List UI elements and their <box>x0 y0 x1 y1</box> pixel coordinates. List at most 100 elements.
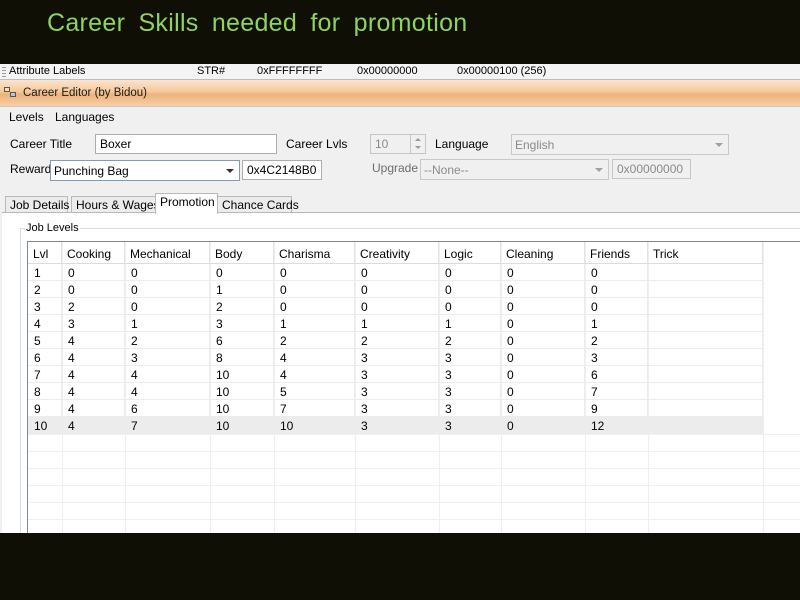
grid-cell-cooking[interactable]: 0 <box>62 264 125 281</box>
grid-cell-cleaning[interactable]: 0 <box>501 332 585 349</box>
grid-cell-cooking[interactable]: 4 <box>62 383 125 400</box>
table-row[interactable]: 431311101 <box>28 315 763 332</box>
grid-cell-cleaning[interactable]: 0 <box>501 264 585 281</box>
grid-cell-creativity[interactable]: 0 <box>355 264 439 281</box>
table-row[interactable]: 7 4 4 10 4 3 3 0 6 <box>28 366 763 383</box>
column-header-trick[interactable]: Trick <box>648 242 763 264</box>
grid-cell-trick[interactable] <box>648 400 763 417</box>
grid-cell-mechanical[interactable]: 3 <box>125 349 210 366</box>
grid-cell-lvl[interactable]: 7 <box>28 366 62 383</box>
grid-cell-creativity[interactable]: 3 <box>355 383 439 400</box>
grid-cell-friends[interactable]: 6 <box>585 366 648 383</box>
upgrade-dropdown[interactable]: --None-- <box>420 159 609 180</box>
grid-cell-body[interactable]: 10 <box>210 366 274 383</box>
grid-cell-creativity[interactable]: 3 <box>355 417 439 434</box>
grid-cell-lvl[interactable]: 10 <box>28 417 62 434</box>
table-row[interactable]: 643843303 <box>28 349 763 366</box>
grid-cell-lvl[interactable]: 9 <box>28 400 62 417</box>
grid-cell-lvl[interactable]: 2 <box>28 281 62 298</box>
grid-cell-cleaning[interactable]: 0 <box>501 281 585 298</box>
grid-cell-charisma[interactable]: 1 <box>274 315 355 332</box>
grid-cell-trick[interactable] <box>648 332 763 349</box>
column-header-body[interactable]: Body <box>210 242 274 264</box>
grid-cell-creativity[interactable]: 1 <box>355 315 439 332</box>
grid-cell-lvl[interactable]: 8 <box>28 383 62 400</box>
grid-cell-trick[interactable] <box>648 281 763 298</box>
grid-cell-body[interactable]: 1 <box>210 281 274 298</box>
menu-levels[interactable]: Levels <box>9 110 44 124</box>
grid-cell-friends[interactable]: 0 <box>585 264 648 281</box>
grid-cell-friends[interactable]: 9 <box>585 400 648 417</box>
menu-languages[interactable]: Languages <box>55 110 114 124</box>
grid-cell-cooking[interactable]: 4 <box>62 400 125 417</box>
grid-cell-mechanical[interactable]: 2 <box>125 332 210 349</box>
grid-cell-friends[interactable]: 0 <box>585 298 648 315</box>
grid-cell-trick[interactable] <box>648 298 763 315</box>
grid-cell-logic[interactable]: 2 <box>439 332 501 349</box>
grid-cell-lvl[interactable]: 4 <box>28 315 62 332</box>
column-header-logic[interactable]: Logic <box>439 242 501 264</box>
grid-cell-body[interactable]: 10 <box>210 417 274 434</box>
grid-cell-charisma[interactable]: 4 <box>274 349 355 366</box>
grid-cell-trick[interactable] <box>648 366 763 383</box>
grid-cell-charisma[interactable]: 7 <box>274 400 355 417</box>
stepper-buttons[interactable] <box>410 135 425 153</box>
grid-cell-friends[interactable]: 7 <box>585 383 648 400</box>
grid-cell-lvl[interactable]: 6 <box>28 349 62 366</box>
grid-cell-trick[interactable] <box>648 417 763 434</box>
career-title-field[interactable]: Boxer <box>95 134 277 154</box>
grid-cell-mechanical[interactable]: 7 <box>125 417 210 434</box>
grid-cell-friends[interactable]: 12 <box>585 417 648 434</box>
grid-cell-charisma[interactable]: 4 <box>274 366 355 383</box>
grid-cell-mechanical[interactable]: 0 <box>125 298 210 315</box>
grid-cell-charisma[interactable]: 0 <box>274 264 355 281</box>
reward-hex-field[interactable]: 0x4C2148B0 <box>242 160 322 180</box>
grid-cell-logic[interactable]: 0 <box>439 281 501 298</box>
grid-cell-cleaning[interactable]: 0 <box>501 417 585 434</box>
grid-cell-lvl[interactable]: 5 <box>28 332 62 349</box>
table-row[interactable]: 100000000 <box>28 264 763 281</box>
grid-cell-cooking[interactable]: 3 <box>62 315 125 332</box>
grid-cell-charisma[interactable]: 0 <box>274 298 355 315</box>
window-titlebar[interactable]: Career Editor (by Bidou) <box>0 80 800 107</box>
grid-cell-cleaning[interactable]: 0 <box>501 349 585 366</box>
grid-cell-friends[interactable]: 1 <box>585 315 648 332</box>
grid-cell-cleaning[interactable]: 0 <box>501 366 585 383</box>
grid-cell-logic[interactable]: 0 <box>439 264 501 281</box>
grid-cell-creativity[interactable]: 0 <box>355 298 439 315</box>
grid-cell-mechanical[interactable]: 1 <box>125 315 210 332</box>
tab-promotion[interactable]: Promotion <box>155 193 218 214</box>
upgrade-hex-field[interactable]: 0x00000000 <box>612 159 691 179</box>
grid-cell-body[interactable]: 8 <box>210 349 274 366</box>
grid-cell-logic[interactable]: 3 <box>439 383 501 400</box>
column-header-charisma[interactable]: Charisma <box>274 242 355 264</box>
grid-cell-cooking[interactable]: 4 <box>62 349 125 366</box>
grid-cell-cooking[interactable]: 4 <box>62 366 125 383</box>
grid-cell-cooking[interactable]: 0 <box>62 281 125 298</box>
grid-cell-creativity[interactable]: 0 <box>355 281 439 298</box>
grid-cell-trick[interactable] <box>648 315 763 332</box>
grid-cell-body[interactable]: 2 <box>210 298 274 315</box>
language-dropdown[interactable]: English <box>511 134 729 155</box>
grid-cell-body[interactable]: 3 <box>210 315 274 332</box>
grid-cell-logic[interactable]: 3 <box>439 417 501 434</box>
grid-cell-logic[interactable]: 1 <box>439 315 501 332</box>
grid-cell-charisma[interactable]: 0 <box>274 281 355 298</box>
grid-cell-creativity[interactable]: 3 <box>355 366 439 383</box>
grid-cell-logic[interactable]: 3 <box>439 400 501 417</box>
grid-cell-friends[interactable]: 3 <box>585 349 648 366</box>
table-row[interactable]: 542622202 <box>28 332 763 349</box>
table-row[interactable]: 200100000 <box>28 281 763 298</box>
grid-cell-cleaning[interactable]: 0 <box>501 383 585 400</box>
grid-cell-body[interactable]: 6 <box>210 332 274 349</box>
grid-cell-trick[interactable] <box>648 349 763 366</box>
table-row[interactable]: 320200000 <box>28 298 763 315</box>
grid-cell-trick[interactable] <box>648 383 763 400</box>
column-header-cooking[interactable]: Cooking <box>62 242 125 264</box>
grid-cell-cooking[interactable]: 4 <box>62 332 125 349</box>
grid-cell-charisma[interactable]: 2 <box>274 332 355 349</box>
grid-cell-body[interactable]: 0 <box>210 264 274 281</box>
grid-cell-cooking[interactable]: 4 <box>62 417 125 434</box>
job-levels-grid[interactable]: Lvl Cooking Mechanical Body Charisma Creativi… <box>27 241 800 533</box>
table-row[interactable]: 8 4 4 10 5 3 3 0 7 <box>28 383 763 400</box>
